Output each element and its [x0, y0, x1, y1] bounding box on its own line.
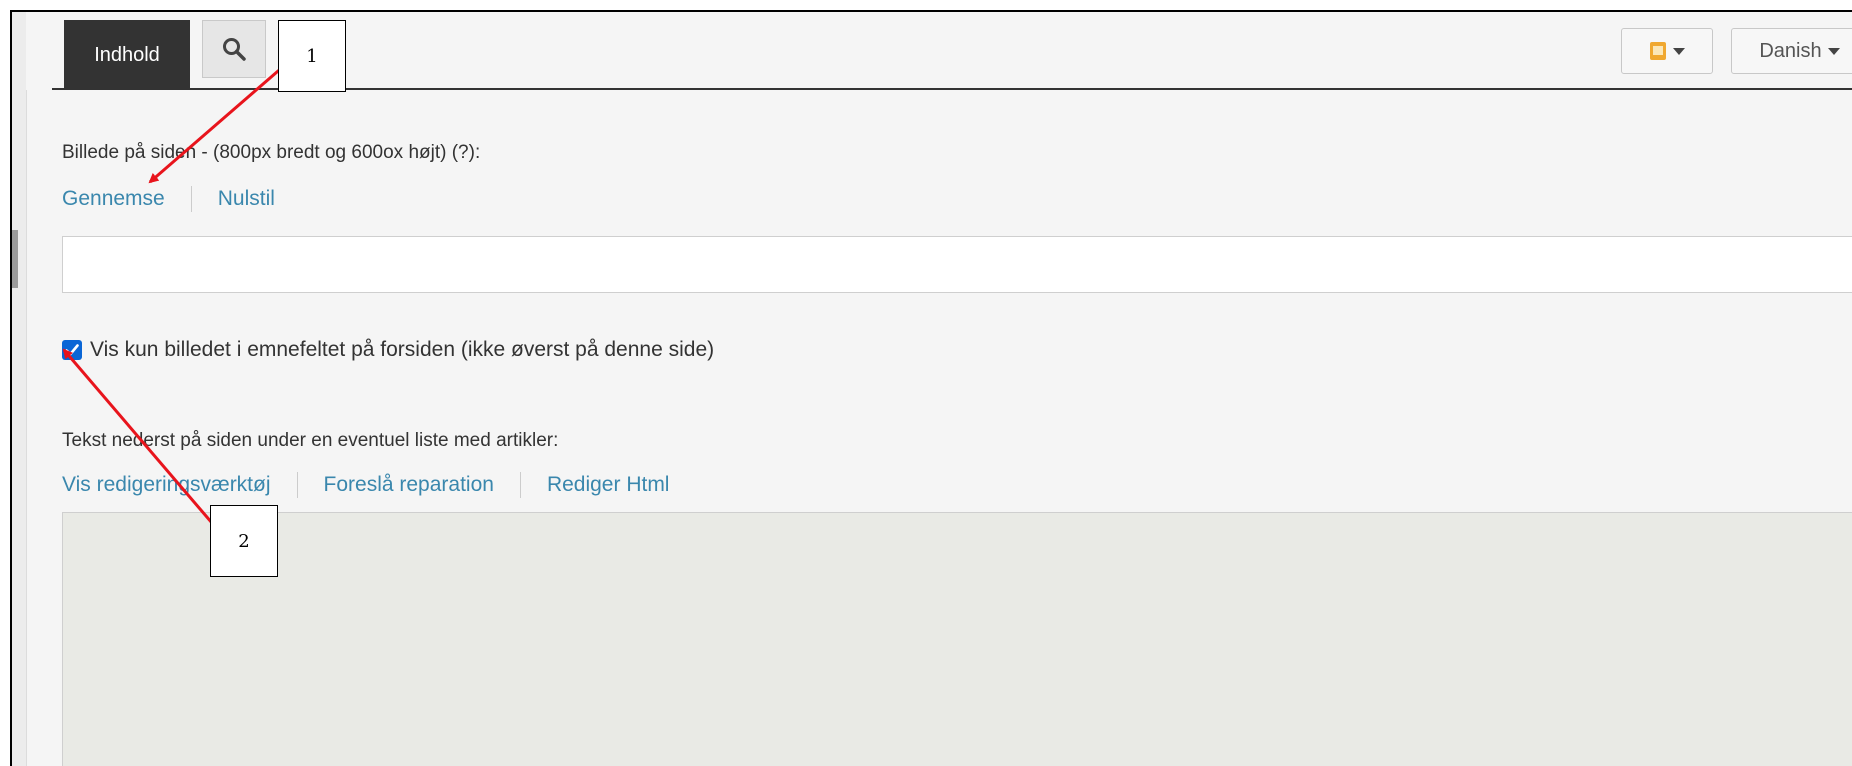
annotation-number: 1	[306, 45, 318, 67]
clipboard-dropdown-button[interactable]	[1621, 28, 1713, 74]
checkbox-label: Vis kun billedet i emnefeltet på forside…	[90, 338, 715, 361]
annotation-callout-1: 1	[278, 20, 346, 92]
checkmark-icon	[65, 344, 79, 356]
editor-actions: Vis redigeringsværktøj Foreslå reparatio…	[62, 472, 669, 498]
image-field-actions: Gennemse Nulstil	[62, 186, 275, 212]
annotation-callout-2: 2	[210, 505, 278, 577]
search-icon	[223, 38, 246, 61]
show-image-only-checkbox[interactable]	[62, 340, 82, 360]
browse-link[interactable]: Gennemse	[62, 187, 165, 211]
bottom-text-label: Tekst nederst på siden under en eventuel…	[62, 430, 559, 451]
chevron-down-icon	[1673, 47, 1685, 55]
annotation-number: 2	[238, 530, 250, 552]
left-rail	[12, 12, 27, 766]
bottom-text-editor[interactable]	[62, 512, 1852, 766]
reset-link[interactable]: Nulstil	[218, 187, 275, 211]
link-separator	[296, 472, 298, 498]
link-separator	[190, 186, 192, 212]
link-separator	[519, 472, 521, 498]
image-field-label: Billede på siden - (800px bredt og 600ox…	[62, 142, 481, 163]
rail-scroll-handle[interactable]	[12, 230, 18, 288]
app-frame: Indhold Danish Billede på siden - (800px…	[10, 10, 1852, 766]
edit-html-link[interactable]: Rediger Html	[547, 473, 670, 497]
language-dropdown-button[interactable]: Danish	[1731, 28, 1852, 74]
suggest-repair-link[interactable]: Foreslå reparation	[324, 473, 494, 497]
image-path-field[interactable]	[62, 236, 1852, 293]
tab-indhold[interactable]: Indhold	[64, 20, 190, 90]
show-editor-tools-link[interactable]: Vis redigeringsværktøj	[62, 473, 271, 497]
clipboard-icon	[1650, 42, 1666, 60]
chevron-down-icon	[1827, 47, 1840, 55]
tab-label: Indhold	[94, 43, 160, 66]
language-label: Danish	[1759, 39, 1822, 62]
search-button[interactable]	[202, 20, 266, 78]
show-image-only-option: Vis kun billedet i emnefeltet på forside…	[62, 338, 714, 362]
